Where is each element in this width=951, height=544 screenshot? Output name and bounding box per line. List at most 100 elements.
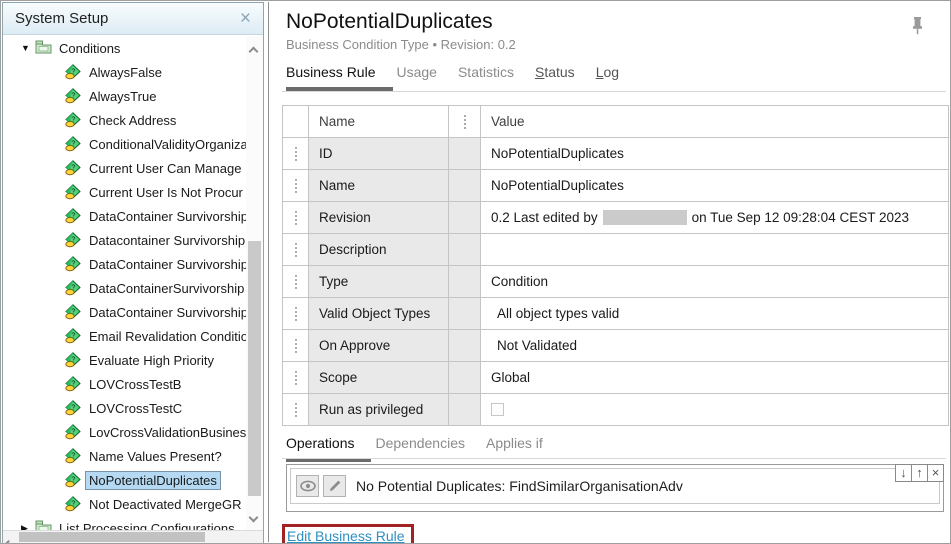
sub-tab-operations[interactable]: Operations: [286, 435, 354, 459]
row-spacer-cell: [449, 330, 481, 362]
svg-text:?: ?: [71, 451, 75, 460]
row-spacer-cell: [449, 362, 481, 394]
row-drag-handle[interactable]: [283, 330, 309, 362]
tree-item-label[interactable]: ConditionalValidityOrganiza: [86, 136, 246, 153]
tree-item-label[interactable]: LOVCrossTestB: [86, 376, 184, 393]
kebab-dots-icon[interactable]: [283, 215, 308, 217]
tree-item-alwaystrue[interactable]: ?AlwaysTrue: [3, 84, 246, 108]
row-drag-handle[interactable]: [283, 170, 309, 202]
row-drag-handle[interactable]: [283, 234, 309, 266]
tree-item-email-revalidation-conditio[interactable]: ?Email Revalidation Conditio: [3, 324, 246, 348]
tree-item-label[interactable]: Email Revalidation Conditio: [86, 328, 246, 345]
scroll-down-icon[interactable]: [250, 508, 257, 526]
move-up-icon[interactable]: ↑: [911, 464, 928, 482]
tree-item-label[interactable]: AlwaysFalse: [86, 64, 165, 81]
sub-tab-applies-if[interactable]: Applies if: [486, 435, 543, 459]
kebab-dots-icon[interactable]: [283, 407, 308, 409]
value-column-header[interactable]: Value: [481, 106, 949, 138]
horizontal-scroll-thumb[interactable]: [19, 532, 205, 542]
scroll-up-icon[interactable]: [250, 42, 257, 60]
row-drag-handle[interactable]: [283, 362, 309, 394]
tree-item-nopotentialduplicates[interactable]: ?NoPotentialDuplicates: [3, 468, 246, 492]
tree-vertical-scrollbar[interactable]: [246, 36, 263, 530]
svg-text:?: ?: [71, 499, 75, 508]
conditions-tree: ▼Conditions?AlwaysFalse?AlwaysTrue?Check…: [3, 36, 246, 530]
row-drag-handle[interactable]: [283, 202, 309, 234]
kebab-dots-icon[interactable]: [283, 343, 308, 345]
tree-item-label[interactable]: AlwaysTrue: [86, 88, 159, 105]
tree-horizontal-scrollbar[interactable]: [3, 530, 263, 543]
tree-item-name-values-present[interactable]: ? Name Values Present?: [3, 444, 246, 468]
property-value-cell: 0.2 Last edited byon Tue Sep 12 09:28:04…: [481, 202, 949, 234]
remove-icon[interactable]: ×: [927, 464, 944, 482]
tree-item-datacontainer-survivorship[interactable]: ?DataContainer Survivorship: [3, 204, 246, 228]
kebab-dots-icon[interactable]: [449, 119, 480, 121]
tab-business-rule[interactable]: Business Rule: [286, 64, 376, 88]
svg-text:?: ?: [71, 163, 75, 172]
edit-operation-button[interactable]: [323, 475, 346, 497]
tree-item-conditions[interactable]: ▼ Conditions: [3, 36, 246, 60]
close-icon[interactable]: ×: [238, 9, 253, 28]
tree-item-datacontainer-survivorship[interactable]: ?DataContainer Survivorship: [3, 300, 246, 324]
tree-item-lovcrosstestb[interactable]: ?LOVCrossTestB: [3, 372, 246, 396]
condition-icon: ?: [65, 256, 83, 272]
row-drag-handle[interactable]: [283, 138, 309, 170]
tab-usage[interactable]: Usage: [397, 64, 437, 88]
tree-item-current-user-can-manage[interactable]: ? Current User Can Manage: [3, 156, 246, 180]
run-as-privileged-checkbox[interactable]: [491, 403, 504, 416]
kebab-dots-icon[interactable]: [283, 311, 308, 313]
sub-tab-dependencies[interactable]: Dependencies: [375, 435, 465, 459]
tree-item-label[interactable]: Check Address: [86, 112, 179, 129]
tree-item-evaluate-high-priority[interactable]: ?Evaluate High Priority: [3, 348, 246, 372]
edit-business-rule-link[interactable]: Edit Business Rule: [287, 528, 405, 544]
triangle-right-icon[interactable]: ▶: [21, 523, 35, 531]
tree-item-label[interactable]: Not Deactivated MergeGR: [86, 496, 244, 513]
tree-item-label[interactable]: List Processing Configurations: [56, 520, 238, 531]
row-drag-handle[interactable]: [283, 394, 309, 426]
tree-item-datacontainer-survivorship[interactable]: ?Datacontainer Survivorship: [3, 228, 246, 252]
scroll-left-icon[interactable]: [6, 533, 11, 544]
tree-item-label[interactable]: LOVCrossTestC: [86, 400, 185, 417]
tree-item-not-deactivated-mergegr[interactable]: ? Not Deactivated MergeGR: [3, 492, 246, 516]
row-handle-header: [283, 106, 309, 138]
kebab-dots-icon[interactable]: [283, 375, 308, 377]
tree-item-datacontainer-survivorship[interactable]: ?DataContainer Survivorship: [3, 252, 246, 276]
triangle-down-icon[interactable]: ▼: [21, 43, 35, 53]
middle-column-header[interactable]: [449, 106, 481, 138]
tree-item-label[interactable]: Conditions: [56, 40, 123, 57]
tree-item-label[interactable]: DataContainer Survivorship: [86, 256, 246, 273]
row-drag-handle[interactable]: [283, 266, 309, 298]
tree-item-label[interactable]: Evaluate High Priority: [86, 352, 217, 369]
tree-item-list-processing-configurations[interactable]: ▶ List Processing Configurations: [3, 516, 246, 530]
tree-item-lovcrosstestc[interactable]: ?LOVCrossTestC: [3, 396, 246, 420]
tree-item-datacontainersurvivorship[interactable]: ?DataContainerSurvivorship: [3, 276, 246, 300]
move-down-icon[interactable]: ↓: [895, 464, 912, 482]
row-drag-handle[interactable]: [283, 298, 309, 330]
tree-item-label[interactable]: Current User Is Not Procur: [86, 184, 246, 201]
tree-item-label[interactable]: NoPotentialDuplicates: [86, 472, 220, 489]
tree-item-alwaysfalse[interactable]: ?AlwaysFalse: [3, 60, 246, 84]
kebab-dots-icon[interactable]: [283, 279, 308, 281]
tree-item-lovcrossvalidationbusiness[interactable]: ?LovCrossValidationBusiness: [3, 420, 246, 444]
sidebar-panel: System Setup × ▼Conditions?AlwaysFalse?A…: [2, 2, 264, 544]
kebab-dots-icon[interactable]: [283, 151, 308, 153]
tree-item-label[interactable]: Current User Can Manage: [86, 160, 244, 177]
tab-status[interactable]: Status: [535, 64, 575, 88]
tree-item-conditionalvalidityorganiza[interactable]: ?ConditionalValidityOrganiza: [3, 132, 246, 156]
vertical-scroll-thumb[interactable]: [248, 241, 261, 496]
kebab-dots-icon[interactable]: [283, 183, 308, 185]
tree-item-label[interactable]: LovCrossValidationBusiness: [86, 424, 246, 441]
view-operation-button[interactable]: [296, 475, 319, 497]
pushpin-icon[interactable]: [910, 16, 925, 41]
tree-item-label[interactable]: Datacontainer Survivorship: [86, 232, 246, 249]
tree-item-current-user-is-not-procur[interactable]: ?Current User Is Not Procur: [3, 180, 246, 204]
tree-item-label[interactable]: Name Values Present?: [86, 448, 225, 465]
tree-item-label[interactable]: DataContainer Survivorship: [86, 304, 246, 321]
kebab-dots-icon[interactable]: [283, 247, 308, 249]
tree-item-check-address[interactable]: ?Check Address: [3, 108, 246, 132]
tree-item-label[interactable]: DataContainer Survivorship: [86, 208, 246, 225]
tab-statistics[interactable]: Statistics: [458, 64, 514, 88]
tab-log[interactable]: Log: [596, 64, 619, 88]
name-column-header[interactable]: Name: [309, 106, 449, 138]
tree-item-label[interactable]: DataContainerSurvivorship: [86, 280, 246, 297]
